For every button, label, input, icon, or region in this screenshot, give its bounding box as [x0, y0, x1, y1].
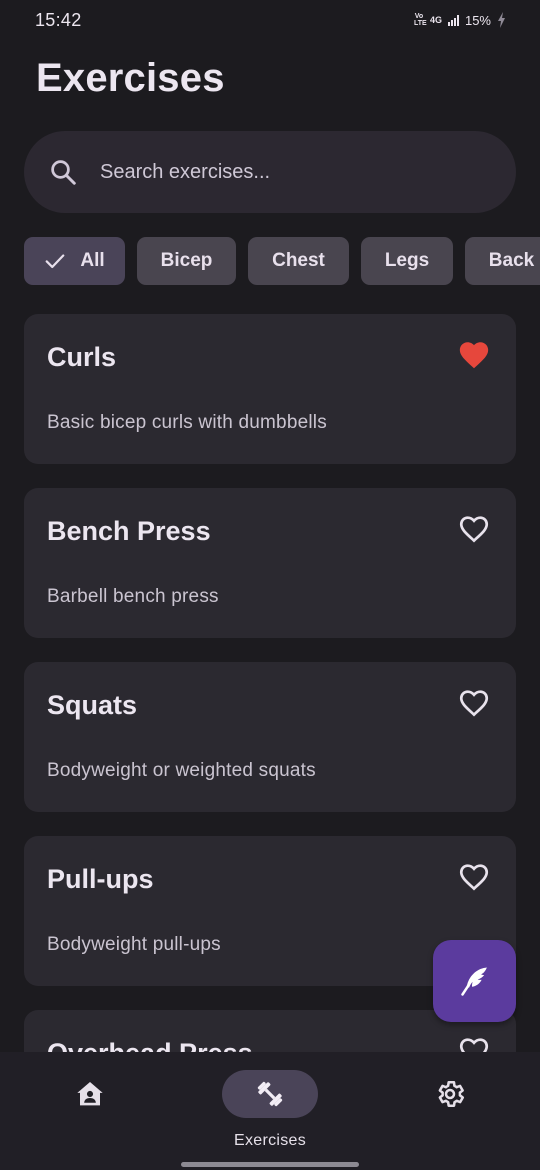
heart-outline-icon[interactable] — [457, 686, 491, 720]
chip-chest[interactable]: Chest — [248, 237, 349, 285]
exercise-description: Bodyweight or weighted squats — [47, 760, 316, 781]
volte-indicator: Vo LTE — [413, 13, 427, 27]
exercise-card-squats[interactable]: Squats Bodyweight or weighted squats — [24, 662, 516, 812]
chip-label: Back — [488, 250, 535, 271]
heart-outline-icon[interactable] — [457, 860, 491, 894]
chip-label: Bicep — [160, 250, 213, 271]
chip-bicep[interactable]: Bicep — [137, 237, 236, 285]
chip-legs[interactable]: Legs — [361, 237, 453, 285]
active-indicator — [222, 1070, 318, 1118]
nav-label-exercises: Exercises — [233, 1132, 307, 1149]
status-bar: 15:42 Vo LTE 4G 15% — [0, 0, 540, 40]
bottom-navigation: Exercises — [0, 1052, 540, 1170]
nav-item-settings[interactable] — [390, 1070, 510, 1150]
filter-chips: All Bicep Chest Legs Back — [24, 237, 540, 285]
heart-outline-icon[interactable] — [457, 512, 491, 546]
nav-item-home[interactable] — [30, 1070, 150, 1150]
gear-icon — [438, 1081, 465, 1107]
exercise-name: Bench Press — [47, 516, 211, 546]
nav-item-exercises[interactable]: Exercises — [210, 1070, 330, 1150]
battery-charging-icon — [498, 12, 505, 28]
chip-label: Legs — [384, 250, 430, 271]
chip-all[interactable]: All — [24, 237, 125, 285]
add-exercise-fab[interactable] — [433, 940, 516, 1022]
exercise-card-bench-press[interactable]: Bench Press Barbell bench press — [24, 488, 516, 638]
exercise-description: Barbell bench press — [47, 586, 219, 607]
network-type: 4G — [429, 15, 442, 25]
search-input[interactable]: Search exercises... — [100, 161, 270, 184]
exercise-description: Basic bicep curls with dumbbells — [47, 412, 327, 433]
signal-icon — [447, 14, 459, 26]
exercise-name: Squats — [47, 690, 138, 720]
check-icon — [46, 254, 65, 269]
chip-label: Chest — [272, 250, 325, 271]
exercise-name: Overhead Press — [47, 1038, 253, 1052]
heart-filled-icon[interactable] — [457, 338, 491, 372]
exercise-name: Pull-ups — [47, 864, 154, 894]
status-time: 15:42 — [35, 9, 82, 30]
page-title: Exercises — [36, 56, 225, 100]
battery-percent: 15% — [464, 12, 491, 28]
exercise-name: Curls — [47, 342, 117, 372]
chip-back[interactable]: Back — [465, 237, 540, 285]
chip-label: All — [80, 250, 105, 271]
exercise-card-curls[interactable]: Curls Basic bicep curls with dumbbells — [24, 314, 516, 464]
search-bar[interactable]: Search exercises... — [24, 131, 516, 213]
gesture-handle[interactable] — [181, 1162, 359, 1167]
quill-icon — [460, 966, 487, 996]
dumbbell-icon — [257, 1081, 283, 1107]
heart-outline-icon[interactable] — [457, 1034, 491, 1052]
exercise-description: Bodyweight pull-ups — [47, 934, 221, 955]
search-icon — [51, 160, 76, 185]
home-icon — [77, 1082, 103, 1106]
status-icons: Vo LTE 4G 15% — [414, 12, 506, 28]
